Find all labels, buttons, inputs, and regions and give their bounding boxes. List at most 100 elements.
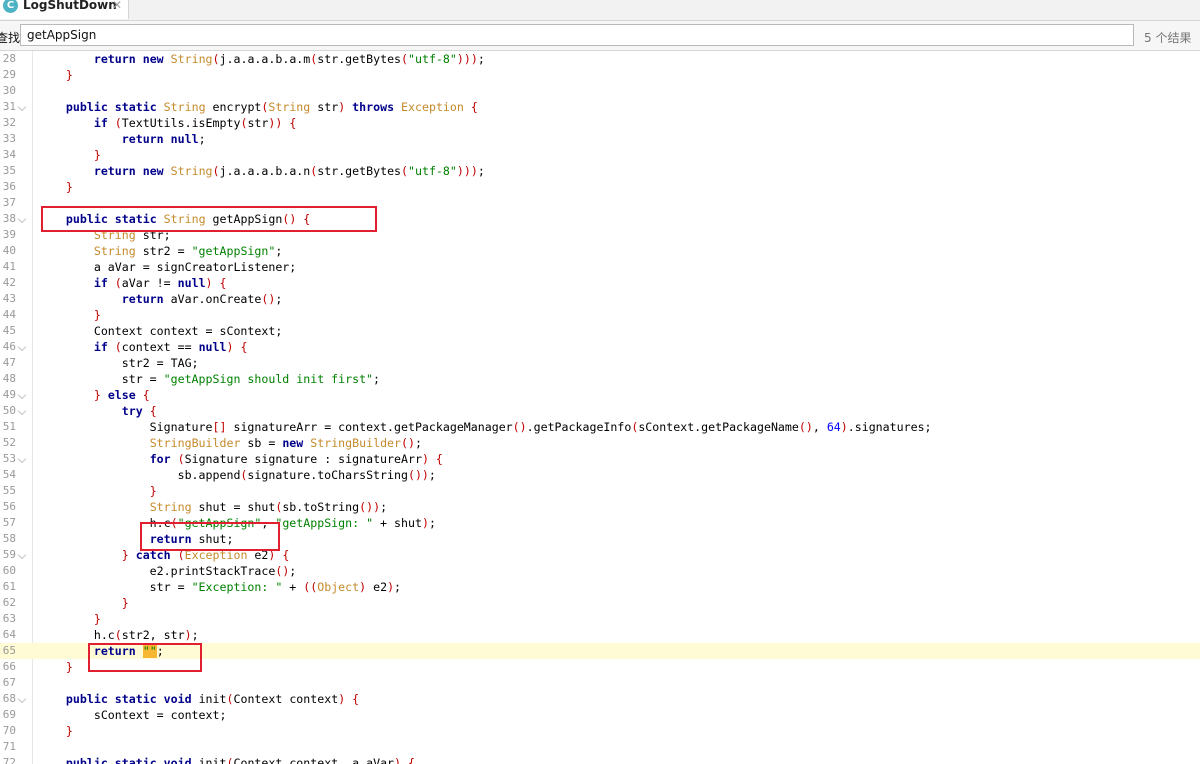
- code-line[interactable]: 53 for (Signature signature : signatureA…: [0, 451, 1200, 467]
- code-text: }: [93, 148, 101, 162]
- code-line[interactable]: 42 if (aVar != null) {: [0, 275, 1200, 291]
- code-text: StringBuilder sb = new StringBuilder();: [149, 436, 422, 450]
- line-number: 49: [2, 388, 16, 401]
- line-number: 54: [2, 468, 16, 481]
- class-icon: C: [3, 0, 18, 13]
- code-line[interactable]: 66 }: [0, 659, 1200, 675]
- fold-chevron-icon[interactable]: [17, 406, 27, 416]
- code-line[interactable]: 29 }: [0, 67, 1200, 83]
- code-text: h.c("getAppSign", "getAppSign: " + shut)…: [38, 516, 436, 530]
- code-line[interactable]: 65 return "";: [0, 643, 1200, 659]
- code-text: return new String(j.a.a.a.b.a.m(str.getB…: [93, 52, 485, 66]
- code-line[interactable]: 48 str = "getAppSign should init first";: [0, 371, 1200, 387]
- code-line[interactable]: 57 h.c("getAppSign", "getAppSign: " + sh…: [0, 515, 1200, 531]
- line-number: 48: [2, 372, 16, 385]
- line-number: 63: [2, 612, 16, 625]
- code-line[interactable]: 47 str2 = TAG;: [0, 355, 1200, 371]
- code-text: public static void init(Context context)…: [65, 692, 360, 706]
- line-number: 51: [2, 420, 16, 433]
- line-number: 34: [2, 148, 16, 161]
- code-text: sb.append(signature.toCharsString());: [38, 468, 436, 482]
- line-number: 33: [2, 132, 16, 145]
- code-line[interactable]: 52 StringBuilder sb = new StringBuilder(…: [0, 435, 1200, 451]
- tab-logshutdown[interactable]: C LogShutDown ✕: [0, 0, 129, 19]
- code-line[interactable]: 34 }: [0, 147, 1200, 163]
- code-line[interactable]: 30: [0, 83, 1200, 99]
- code-line[interactable]: 54 sb.append(signature.toCharsString());: [0, 467, 1200, 483]
- code-line[interactable]: 69 sContext = context;: [0, 707, 1200, 723]
- code-line[interactable]: 58 return shut;: [0, 531, 1200, 547]
- code-line[interactable]: 59 } catch (Exception e2) {: [0, 547, 1200, 563]
- code-line[interactable]: 49 } else {: [0, 387, 1200, 403]
- code-line[interactable]: 32 if (TextUtils.isEmpty(str)) {: [0, 115, 1200, 131]
- line-number: 53: [2, 452, 16, 465]
- close-icon[interactable]: ✕: [112, 0, 122, 12]
- code-line[interactable]: 41 a aVar = signCreatorListener;: [0, 259, 1200, 275]
- line-number: 29: [2, 68, 16, 81]
- line-number: 60: [2, 564, 16, 577]
- code-editor[interactable]: 28 return new String(j.a.a.a.b.a.m(str.g…: [0, 51, 1200, 764]
- code-text: str = "Exception: " + ((Object) e2);: [38, 580, 402, 594]
- fold-chevron-icon[interactable]: [17, 454, 27, 464]
- fold-chevron-icon[interactable]: [17, 694, 27, 704]
- code-line[interactable]: 55 }: [0, 483, 1200, 499]
- code-text: public static void init(Context context,…: [65, 756, 415, 764]
- code-line[interactable]: 33 return null;: [0, 131, 1200, 147]
- code-line[interactable]: 67: [0, 675, 1200, 691]
- code-line[interactable]: 56 String shut = shut(sb.toString());: [0, 499, 1200, 515]
- code-text: try {: [121, 404, 157, 418]
- fold-chevron-icon[interactable]: [17, 342, 27, 352]
- code-line[interactable]: 72 public static void init(Context conte…: [0, 755, 1200, 764]
- code-text: e2.printStackTrace();: [38, 564, 297, 578]
- code-line[interactable]: 51 Signature[] signatureArr = context.ge…: [0, 419, 1200, 435]
- editor-tab-bar: C LogShutDown ✕: [0, 0, 1200, 21]
- line-number: 71: [2, 740, 16, 753]
- code-line[interactable]: 37: [0, 195, 1200, 211]
- search-input[interactable]: getAppSign: [20, 24, 1134, 46]
- code-text: return new String(j.a.a.a.b.a.n(str.getB…: [93, 164, 485, 178]
- code-line[interactable]: 68 public static void init(Context conte…: [0, 691, 1200, 707]
- fold-chevron-icon[interactable]: [17, 550, 27, 560]
- line-number: 55: [2, 484, 16, 497]
- code-line[interactable]: 71: [0, 739, 1200, 755]
- code-line[interactable]: 36 }: [0, 179, 1200, 195]
- line-number: 56: [2, 500, 16, 513]
- line-number: 44: [2, 308, 16, 321]
- line-number: 59: [2, 548, 16, 561]
- code-text: } else {: [93, 388, 150, 402]
- code-line[interactable]: 38 public static String getAppSign() {: [0, 211, 1200, 227]
- code-line[interactable]: 61 str = "Exception: " + ((Object) e2);: [0, 579, 1200, 595]
- code-line[interactable]: 70 }: [0, 723, 1200, 739]
- code-text: return null;: [121, 132, 206, 146]
- line-number: 52: [2, 436, 16, 449]
- code-line[interactable]: 39 String str;: [0, 227, 1200, 243]
- fold-chevron-icon[interactable]: [17, 102, 27, 112]
- line-number: 68: [2, 692, 16, 705]
- line-number: 62: [2, 596, 16, 609]
- fold-chevron-icon[interactable]: [17, 390, 27, 400]
- line-number: 46: [2, 340, 16, 353]
- line-number: 31: [2, 100, 16, 113]
- code-line[interactable]: 43 return aVar.onCreate();: [0, 291, 1200, 307]
- code-line[interactable]: 31 public static String encrypt(String s…: [0, 99, 1200, 115]
- code-text: h.c(str2, str);: [38, 628, 199, 642]
- code-line[interactable]: 50 try {: [0, 403, 1200, 419]
- code-line[interactable]: 60 e2.printStackTrace();: [0, 563, 1200, 579]
- code-line[interactable]: 46 if (context == null) {: [0, 339, 1200, 355]
- code-line[interactable]: 44 }: [0, 307, 1200, 323]
- line-number: 70: [2, 724, 16, 737]
- line-number: 67: [2, 676, 16, 689]
- code-line[interactable]: 28 return new String(j.a.a.a.b.a.m(str.g…: [0, 51, 1200, 67]
- code-text: }: [65, 180, 73, 194]
- code-line[interactable]: 35 return new String(j.a.a.a.b.a.n(str.g…: [0, 163, 1200, 179]
- fold-chevron-icon[interactable]: [17, 214, 27, 224]
- code-line[interactable]: 63 }: [0, 611, 1200, 627]
- code-line[interactable]: 62 }: [0, 595, 1200, 611]
- line-number: 28: [2, 52, 16, 65]
- code-line[interactable]: 40 String str2 = "getAppSign";: [0, 243, 1200, 259]
- code-line[interactable]: 45 Context context = sContext;: [0, 323, 1200, 339]
- line-number: 64: [2, 628, 16, 641]
- line-number: 47: [2, 356, 16, 369]
- code-line[interactable]: 64 h.c(str2, str);: [0, 627, 1200, 643]
- line-number: 69: [2, 708, 16, 721]
